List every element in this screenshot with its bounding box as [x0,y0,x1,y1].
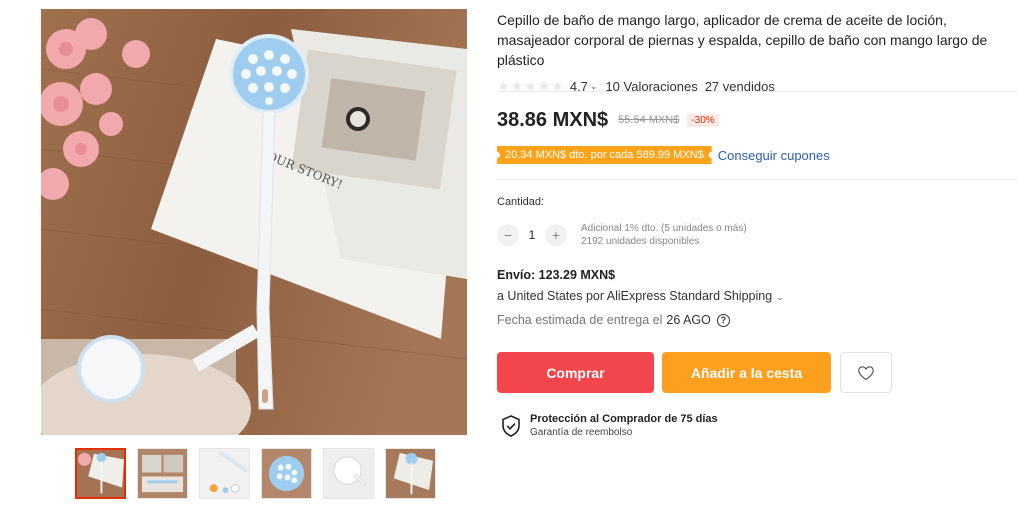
thumbnail-3[interactable] [199,448,250,499]
divider [497,91,1017,92]
thumbnail-1[interactable] [75,448,126,499]
thumbnail-4[interactable] [261,448,312,499]
help-icon[interactable]: ? [716,313,730,327]
coupon-badge: 20.34 MXN$ dto. por cada 589.99 MXN$ [497,146,712,164]
wishlist-button[interactable] [840,352,892,393]
thumbnail-strip [75,448,436,499]
buyer-protection: Protección al Comprador de 75 días Garan… [501,412,718,439]
bulk-discount-note: Adicional 1% dto. (5 unidades o más) [581,223,747,234]
delivery-label: Fecha estimada de entrega el [497,313,663,327]
delivery-estimate: Fecha estimada de entrega el 26 AGO ? [497,313,730,327]
stock-note: 2192 unidades disponibles [581,236,700,247]
price-block: 38.86 MXN$ 55.54 MXN$ -30% 20.34 MXN$ dt… [497,107,1017,165]
product-info: Cepillo de baño de mango largo, aplicado… [497,10,1017,94]
product-title: Cepillo de baño de mango largo, aplicado… [497,12,988,68]
get-coupons-link[interactable]: Conseguir cupones [718,148,830,163]
heart-icon [858,365,874,380]
chevron-down-icon[interactable]: ⌄ [590,81,598,92]
original-price: 55.54 MXN$ [618,114,680,126]
divider [497,179,1017,180]
quantity-stepper: − 1 + Adicional 1% dto. (5 unidades o má… [497,222,747,248]
protection-title: Protección al Comprador de 75 días [530,413,718,425]
discount-badge: -30% [687,113,719,127]
decrease-quantity-button[interactable]: − [497,224,519,246]
shipping-method[interactable]: a United States por AliExpress Standard … [497,289,784,303]
main-product-image[interactable]: OUR STORY! [41,9,467,435]
shield-check-icon [502,415,520,437]
protection-subtitle: Garantía de reembolso [530,427,633,438]
quantity-input[interactable]: 1 [519,228,545,242]
add-to-cart-button[interactable]: Añadir a la cesta [662,352,831,393]
increase-quantity-button[interactable]: + [545,224,567,246]
chevron-down-icon[interactable]: ⌄ [776,292,784,302]
quantity-label: Cantidad: [497,196,545,208]
thumbnail-5[interactable] [323,448,374,499]
shipping-cost: Envío: 123.29 MXN$ [497,268,616,282]
current-price: 38.86 MXN$ [497,108,609,131]
delivery-date: 26 AGO [666,313,711,327]
shipping-destination[interactable]: a United States por AliExpress Standard … [497,289,772,303]
buy-now-button[interactable]: Comprar [497,352,654,393]
thumbnail-6[interactable] [385,448,436,499]
quantity-notes: Adicional 1% dto. (5 unidades o más) 219… [581,222,747,248]
thumbnail-2[interactable] [137,448,188,499]
